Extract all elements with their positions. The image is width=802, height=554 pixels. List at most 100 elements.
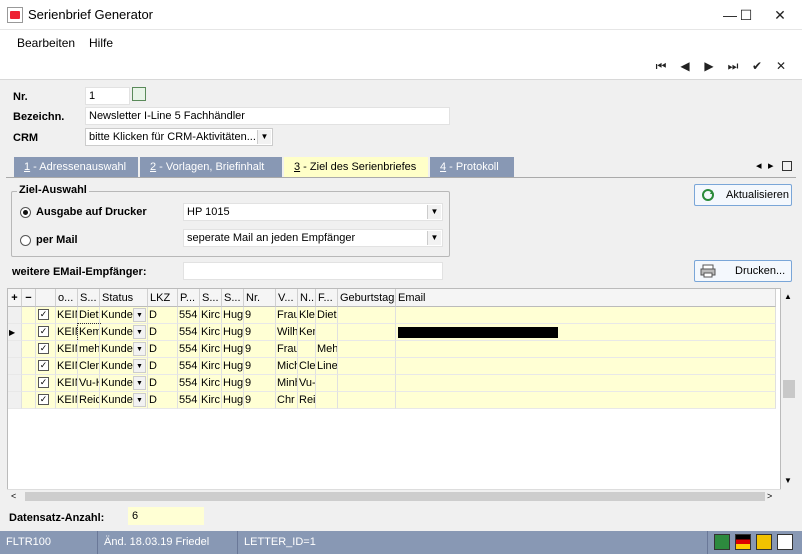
table-cell[interactable]: KEIN (56, 324, 78, 341)
table-cell[interactable]: KEIN (56, 392, 78, 409)
row-checkbox[interactable]: ✓ (38, 309, 49, 320)
grid-header-2[interactable] (36, 289, 56, 307)
table-cell[interactable]: Hug (222, 307, 244, 324)
table-cell[interactable]: Kunde ▼ (100, 307, 148, 324)
recipient-grid[interactable]: + − o... S... Status LKZ P... S... S... Nr. V... N.… (7, 288, 781, 490)
table-cell[interactable]: ✓ (36, 324, 56, 341)
row-checkbox[interactable]: ✓ (38, 377, 49, 388)
nr-field[interactable]: 1 (85, 87, 130, 105)
table-cell[interactable] (316, 392, 338, 409)
table-cell[interactable] (22, 307, 36, 324)
chevron-down-icon[interactable]: ▼ (133, 325, 146, 339)
table-cell[interactable]: Kirc (200, 341, 222, 358)
table-cell[interactable]: Kirc (200, 307, 222, 324)
scroll-left-icon[interactable]: < (11, 491, 16, 501)
table-cell[interactable]: Hug (222, 375, 244, 392)
scroll-up-icon[interactable]: ▲ (784, 292, 792, 301)
lock-icon[interactable] (756, 534, 772, 550)
table-cell[interactable] (396, 392, 776, 409)
grid-header-10[interactable]: Nr. (244, 289, 276, 307)
table-cell[interactable]: ✓ (36, 375, 56, 392)
table-cell[interactable]: ✓ (36, 307, 56, 324)
grid-header-6[interactable]: LKZ (148, 289, 178, 307)
menu-bearbeiten[interactable]: Bearbeiten (17, 36, 75, 50)
table-cell[interactable]: Hug (222, 358, 244, 375)
chevron-down-icon[interactable]: ▼ (133, 376, 146, 390)
tab-scroll-left-icon[interactable]: ◂ (756, 159, 762, 172)
grid-header-11[interactable]: V... (276, 289, 298, 307)
table-cell[interactable]: KEIN (56, 341, 78, 358)
chevron-down-icon[interactable]: ▼ (257, 130, 271, 144)
table-cell[interactable] (316, 375, 338, 392)
chevron-down-icon[interactable]: ▼ (133, 308, 146, 322)
table-cell[interactable]: Kunde ▼ (100, 341, 148, 358)
table-cell[interactable]: Reic (298, 392, 316, 409)
row-checkbox[interactable]: ✓ (38, 394, 49, 405)
table-cell[interactable]: Clen (78, 358, 100, 375)
table-cell[interactable] (396, 375, 776, 392)
table-cell[interactable]: 9 (244, 375, 276, 392)
table-cell[interactable] (22, 358, 36, 375)
table-cell[interactable]: 554 (178, 324, 200, 341)
table-cell[interactable]: Hug (222, 324, 244, 341)
grid-header-15[interactable]: Email (396, 289, 776, 307)
scroll-down-icon[interactable]: ▼ (784, 476, 792, 485)
table-cell[interactable]: meh (78, 341, 100, 358)
extra-email-input[interactable] (183, 262, 443, 280)
close-window-button[interactable]: ✕ (764, 0, 796, 30)
table-cell[interactable]: Kirc (200, 392, 222, 409)
grid-header-8[interactable]: S... (200, 289, 222, 307)
table-cell[interactable]: 554 (178, 358, 200, 375)
table-cell[interactable]: Vu-H (298, 375, 316, 392)
table-cell[interactable]: 9 (244, 392, 276, 409)
table-cell[interactable]: Diet (78, 307, 100, 324)
table-cell[interactable]: 9 (244, 358, 276, 375)
table-cell[interactable]: Kem (298, 324, 316, 341)
printer-radio[interactable] (20, 207, 31, 218)
tab-vorlagen[interactable]: 2 - Vorlagen, Briefinhalt (140, 157, 282, 177)
table-cell[interactable]: D (148, 392, 178, 409)
excel-icon[interactable] (714, 534, 730, 550)
table-cell[interactable] (298, 341, 316, 358)
table-cell[interactable] (22, 392, 36, 409)
tab-adressenauswahl[interactable]: 1 - Adressenauswahl (14, 157, 138, 177)
table-cell[interactable]: D (148, 375, 178, 392)
table-cell[interactable]: Kirc (200, 375, 222, 392)
prev-record-button[interactable]: ◀ (674, 59, 696, 77)
tab-ziel[interactable]: 3 - Ziel des Serienbriefes (284, 157, 428, 177)
table-cell[interactable]: KEIN (56, 358, 78, 375)
mail-dropdown[interactable]: seperate Mail an jeden Empfänger ▼ (183, 229, 443, 247)
table-cell[interactable]: 554 (178, 307, 200, 324)
scroll-thumb[interactable] (783, 380, 795, 398)
table-cell[interactable]: ✓ (36, 392, 56, 409)
bezeichn-field[interactable]: Newsletter I-Line 5 Fachhändler (85, 107, 450, 125)
horizontal-scrollbar[interactable]: < > (7, 489, 781, 503)
table-cell[interactable]: Kunde ▼ (100, 375, 148, 392)
table-cell[interactable]: 554 (178, 392, 200, 409)
table-cell[interactable]: Wilh (276, 324, 298, 341)
table-cell[interactable]: ✓ (36, 341, 56, 358)
print-button[interactable]: Drucken... (694, 260, 792, 282)
chevron-down-icon[interactable]: ▼ (133, 393, 146, 407)
confirm-button[interactable]: ✔ (746, 59, 768, 77)
table-cell[interactable] (396, 307, 776, 324)
grid-header-12[interactable]: N... (298, 289, 316, 307)
table-cell[interactable] (396, 324, 776, 341)
table-cell[interactable]: Kunde ▼ (100, 358, 148, 375)
table-cell[interactable]: Reic (78, 392, 100, 409)
menu-hilfe[interactable]: Hilfe (89, 36, 113, 50)
german-flag-icon[interactable] (735, 534, 751, 550)
crm-dropdown[interactable]: bitte Klicken für CRM-Aktivitäten... ▼ (85, 128, 273, 146)
table-cell[interactable]: 554 (178, 375, 200, 392)
table-cell[interactable]: Kem (77, 323, 101, 342)
chevron-down-icon[interactable]: ▼ (133, 342, 146, 356)
last-record-button[interactable]: ⏭ (722, 59, 744, 77)
table-cell[interactable] (22, 324, 36, 341)
table-cell[interactable]: 554 (178, 341, 200, 358)
printer-dropdown[interactable]: HP 1015 ▼ (183, 203, 443, 221)
table-cell[interactable]: Vu-H (78, 375, 100, 392)
grid-header-13[interactable]: F... (316, 289, 338, 307)
vertical-scrollbar[interactable]: ▲ ▼ (781, 288, 797, 502)
chevron-down-icon[interactable]: ▼ (133, 359, 146, 373)
grid-header-4[interactable]: S... (78, 289, 100, 307)
